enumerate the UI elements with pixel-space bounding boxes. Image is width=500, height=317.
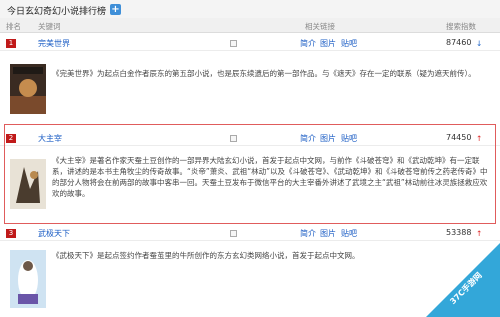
trend-down-icon: ↓ bbox=[476, 39, 483, 48]
document-icon[interactable] bbox=[230, 230, 237, 237]
rank-badge: 3 bbox=[6, 229, 16, 238]
book-description: 《完美世界》为起点白金作者辰东的第五部小说，也是辰东续遗后的第一部作品。与《遮天… bbox=[52, 69, 476, 78]
images-link[interactable]: 图片 bbox=[320, 228, 336, 239]
search-index-value: 87460 bbox=[446, 38, 472, 47]
selected-entry-highlight bbox=[4, 124, 496, 224]
book-title-link[interactable]: 武极天下 bbox=[38, 228, 70, 239]
table-row: 1 完美世界 简介 图片 贴吧 87460 ↓ bbox=[0, 36, 500, 51]
column-header-links: 相关链接 bbox=[305, 22, 335, 31]
column-header-keyword: 关键词 bbox=[38, 22, 61, 31]
table-row: 3 武极天下 简介 图片 贴吧 53388 ↑ bbox=[0, 226, 500, 241]
book-cover-image[interactable] bbox=[10, 64, 46, 114]
forum-link[interactable]: 贴吧 bbox=[341, 38, 357, 49]
ranking-title: 今日玄幻奇幻小说排行榜 bbox=[7, 7, 107, 17]
search-index-value: 53388 bbox=[446, 228, 472, 237]
forum-link[interactable]: 贴吧 bbox=[341, 228, 357, 239]
document-icon[interactable] bbox=[230, 40, 237, 47]
rank-badge: 1 bbox=[6, 39, 16, 48]
book-title-link[interactable]: 完美世界 bbox=[38, 38, 70, 49]
column-header-index: 搜索指数 bbox=[446, 22, 476, 31]
plus-icon[interactable]: + bbox=[110, 4, 121, 15]
watermark-corner bbox=[426, 243, 500, 317]
images-link[interactable]: 图片 bbox=[320, 38, 336, 49]
ranking-title-bar: 今日玄幻奇幻小说排行榜 + bbox=[0, 0, 500, 18]
column-header-rank: 排名 bbox=[6, 22, 21, 31]
intro-link[interactable]: 简介 bbox=[300, 38, 316, 49]
table-header: 排名 关键词 相关链接 搜索指数 bbox=[0, 18, 500, 33]
book-cover-image[interactable] bbox=[10, 250, 46, 308]
site-watermark: 37C手游网 bbox=[426, 243, 500, 317]
trend-up-icon: ↑ bbox=[476, 229, 483, 238]
intro-link[interactable]: 简介 bbox=[300, 228, 316, 239]
